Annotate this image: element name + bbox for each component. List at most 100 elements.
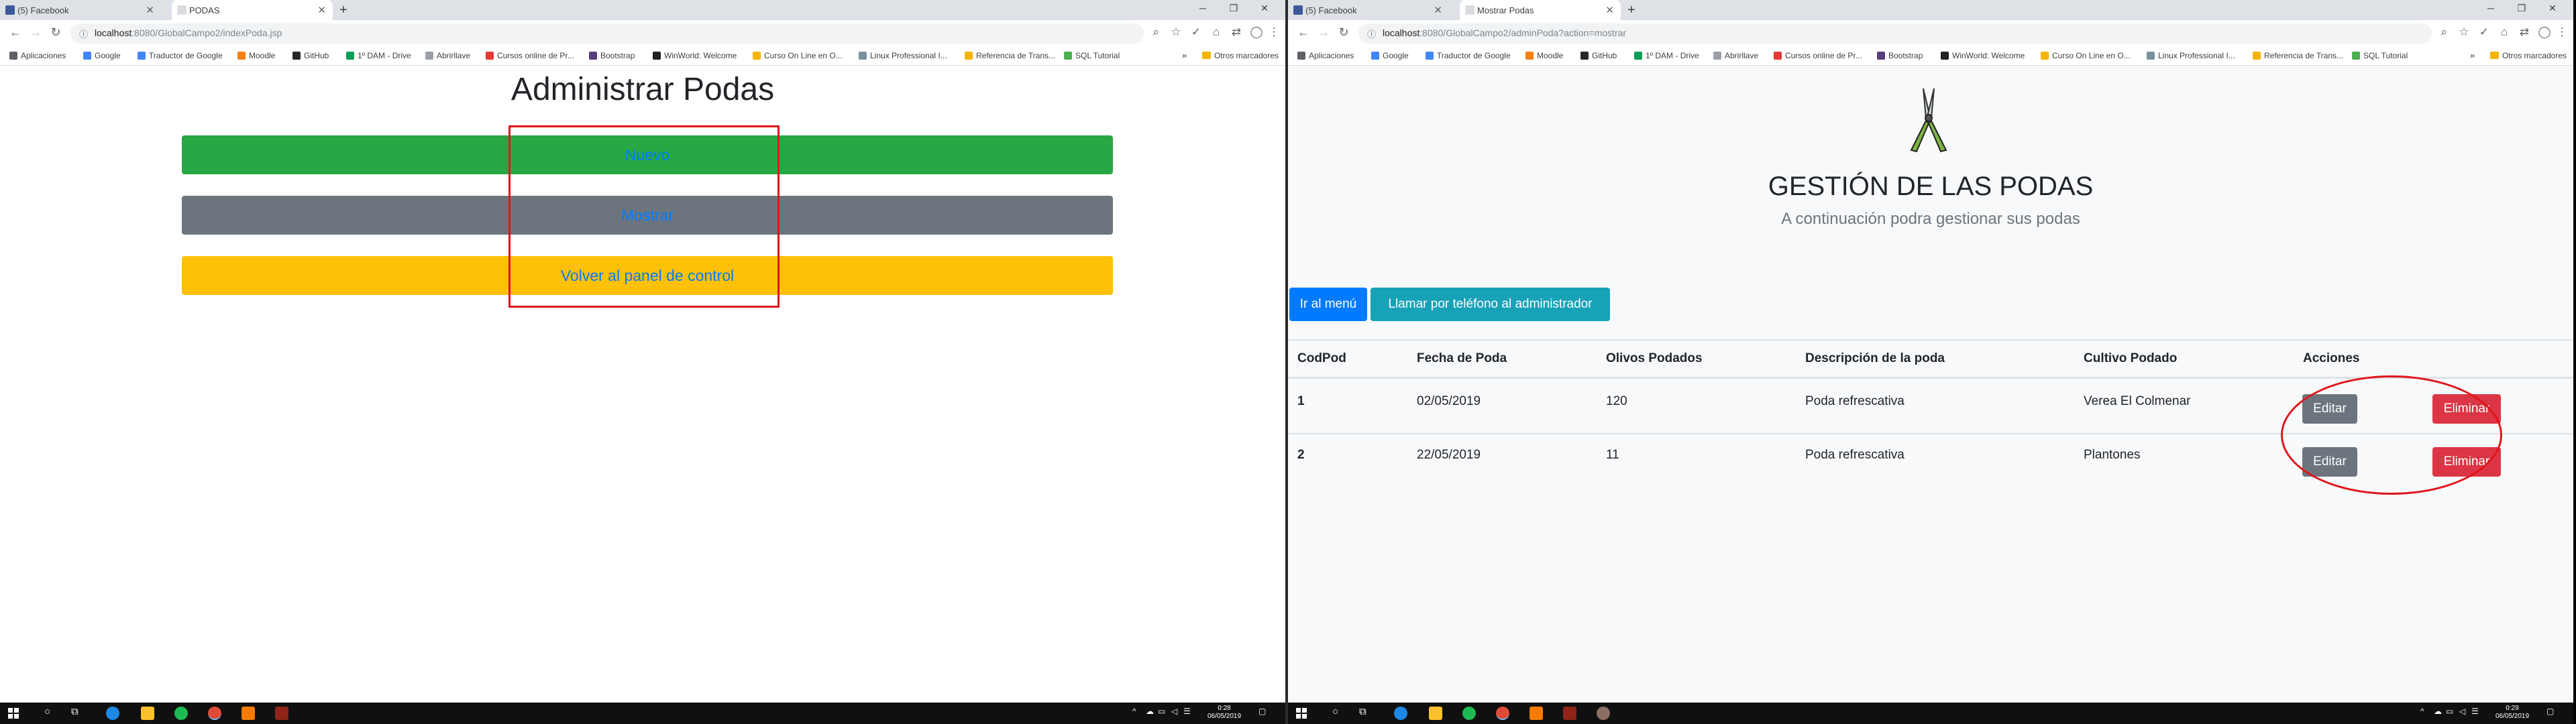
- bookmark-item[interactable]: Referencia de Trans...: [965, 51, 1055, 60]
- bookmark-item[interactable]: Abrirllave: [425, 51, 470, 60]
- bookmark-item[interactable]: SQL Tutorial: [2352, 51, 2408, 60]
- address-bar[interactable]: ⓘ localhost:8080/GlobalCampo2/indexPoda.…: [70, 23, 1144, 44]
- bookmark-item[interactable]: 1º DAM - Drive: [1634, 51, 1699, 60]
- spotify-icon[interactable]: [1462, 707, 1476, 720]
- bookmark-item[interactable]: 1º DAM - Drive: [346, 51, 411, 60]
- notifications-icon[interactable]: ▢: [2546, 707, 2554, 716]
- bookmark-item[interactable]: Aplicaciones: [1297, 51, 1354, 60]
- new-tab-icon[interactable]: +: [1627, 3, 1635, 18]
- firefox-icon[interactable]: [1394, 707, 1407, 720]
- network-icon[interactable]: ▭: [2446, 707, 2453, 716]
- back-icon[interactable]: ←: [7, 25, 24, 40]
- firefox-icon[interactable]: [106, 707, 119, 720]
- close-tab-icon[interactable]: ✕: [1605, 4, 1614, 16]
- info-icon[interactable]: ⓘ: [1367, 27, 1376, 40]
- file-explorer-icon[interactable]: [1429, 707, 1442, 720]
- bookmark-item[interactable]: Bootstrap: [1877, 51, 1923, 60]
- profile-icon[interactable]: ◯: [1248, 25, 1265, 39]
- bookmark-item[interactable]: WinWorld: Welcome: [1941, 51, 2025, 60]
- translate-icon[interactable]: ⇄: [2516, 25, 2533, 39]
- clock[interactable]: 0:29 06/05/2019: [2496, 705, 2529, 721]
- tab-facebook[interactable]: (5) Facebook ✕: [1288, 0, 1449, 20]
- tray-chevron-icon[interactable]: ^: [2420, 707, 2424, 716]
- tomcat-icon[interactable]: [1563, 707, 1576, 720]
- bookmark-item[interactable]: WinWorld: Welcome: [653, 51, 737, 60]
- translate-icon[interactable]: ⇄: [1228, 25, 1245, 39]
- search-icon[interactable]: ○: [44, 706, 50, 717]
- bookmark-item[interactable]: Bootstrap: [589, 51, 635, 60]
- other-bookmarks-folder[interactable]: Otros marcadores: [1202, 51, 1279, 60]
- cast-icon[interactable]: ⌂: [1208, 25, 1225, 39]
- forward-icon[interactable]: →: [1315, 25, 1332, 40]
- volume-icon[interactable]: ◁: [2459, 707, 2465, 716]
- maximize-icon[interactable]: ❐: [2506, 3, 2537, 14]
- reload-icon[interactable]: ↻: [1335, 25, 1352, 40]
- cast-icon[interactable]: ⌂: [2496, 25, 2513, 39]
- extension-icon[interactable]: ✓: [1187, 25, 1205, 39]
- xampp-icon[interactable]: [241, 707, 255, 720]
- bookmark-star-icon[interactable]: ☆: [1167, 25, 1185, 39]
- more-bookmarks-icon[interactable]: »: [1182, 50, 1187, 60]
- call-admin-button[interactable]: Llamar por teléfono al administrador: [1371, 288, 1610, 321]
- more-bookmarks-icon[interactable]: »: [2470, 50, 2475, 60]
- network-icon[interactable]: ▭: [1158, 707, 1165, 716]
- tab-facebook[interactable]: (5) Facebook ✕: [0, 0, 161, 20]
- go-to-menu-button[interactable]: Ir al menú: [1289, 288, 1367, 321]
- menu-icon[interactable]: ⋮: [1265, 25, 1283, 39]
- address-bar[interactable]: ⓘ localhost:8080/GlobalCampo2/adminPoda?…: [1358, 23, 2432, 44]
- zoom-icon[interactable]: ⌕: [2435, 25, 2453, 39]
- tray-chevron-icon[interactable]: ^: [1132, 707, 1136, 716]
- other-bookmarks-folder[interactable]: Otros marcadores: [2490, 51, 2567, 60]
- close-window-icon[interactable]: ✕: [2537, 3, 2568, 14]
- tab-mostrar-podas[interactable]: Mostrar Podas ✕: [1460, 0, 1621, 20]
- close-tab-icon[interactable]: ✕: [146, 4, 154, 16]
- chrome-icon[interactable]: [1496, 707, 1509, 720]
- bookmark-item[interactable]: Curso On Line en O...: [753, 51, 843, 60]
- minimize-icon[interactable]: ─: [2475, 3, 2506, 13]
- eclipse-icon[interactable]: [1597, 707, 1610, 720]
- bookmark-item[interactable]: Moodle: [237, 51, 275, 60]
- task-view-icon[interactable]: ⧉: [71, 706, 78, 717]
- windows-start-icon[interactable]: [1296, 708, 1307, 719]
- profile-icon[interactable]: ◯: [2536, 25, 2553, 39]
- bookmark-star-icon[interactable]: ☆: [2455, 25, 2473, 39]
- bookmark-item[interactable]: Cursos online de Pr...: [1774, 51, 1862, 60]
- close-window-icon[interactable]: ✕: [1249, 3, 1280, 14]
- spotify-icon[interactable]: [174, 707, 188, 720]
- bookmark-item[interactable]: Moodle: [1525, 51, 1563, 60]
- bookmark-item[interactable]: Linux Professional I...: [859, 51, 947, 60]
- bookmark-item[interactable]: Abrirllave: [1713, 51, 1758, 60]
- clock[interactable]: 0:28 06/05/2019: [1208, 705, 1241, 721]
- bookmark-item[interactable]: GitHub: [292, 51, 329, 60]
- maximize-icon[interactable]: ❐: [1218, 3, 1249, 14]
- wifi-icon[interactable]: ☰: [2471, 707, 2479, 716]
- notifications-icon[interactable]: ▢: [1258, 707, 1266, 716]
- onedrive-icon[interactable]: ☁: [1146, 707, 1154, 716]
- reload-icon[interactable]: ↻: [47, 25, 64, 40]
- bookmark-item[interactable]: Aplicaciones: [9, 51, 66, 60]
- chrome-icon[interactable]: [208, 707, 221, 720]
- bookmark-item[interactable]: Referencia de Trans...: [2253, 51, 2343, 60]
- info-icon[interactable]: ⓘ: [79, 27, 88, 40]
- xampp-icon[interactable]: [1529, 707, 1543, 720]
- bookmark-item[interactable]: Cursos online de Pr...: [486, 51, 574, 60]
- windows-start-icon[interactable]: [8, 708, 19, 719]
- back-icon[interactable]: ←: [1295, 25, 1312, 40]
- forward-icon[interactable]: →: [27, 25, 44, 40]
- extension-icon[interactable]: ✓: [2475, 25, 2493, 39]
- task-view-icon[interactable]: ⧉: [1359, 706, 1366, 717]
- zoom-icon[interactable]: ⌕: [1147, 25, 1165, 39]
- new-tab-icon[interactable]: +: [339, 3, 347, 18]
- bookmark-item[interactable]: Google: [83, 51, 121, 60]
- search-icon[interactable]: ○: [1332, 706, 1338, 717]
- tomcat-icon[interactable]: [275, 707, 288, 720]
- bookmark-item[interactable]: Google: [1371, 51, 1409, 60]
- close-tab-icon[interactable]: ✕: [317, 4, 326, 16]
- file-explorer-icon[interactable]: [141, 707, 154, 720]
- onedrive-icon[interactable]: ☁: [2434, 707, 2442, 716]
- bookmark-item[interactable]: SQL Tutorial: [1064, 51, 1120, 60]
- volume-icon[interactable]: ◁: [1171, 707, 1177, 716]
- bookmark-item[interactable]: Traductor de Google: [138, 51, 223, 60]
- tab-podas[interactable]: PODAS ✕: [172, 0, 333, 20]
- wifi-icon[interactable]: ☰: [1183, 707, 1191, 716]
